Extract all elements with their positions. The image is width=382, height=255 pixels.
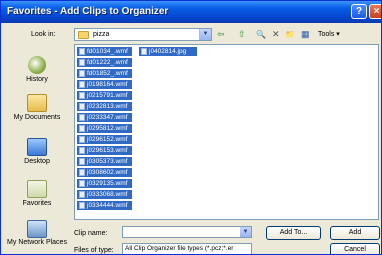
place-favorites[interactable]: Favorites (4, 180, 70, 212)
look-in-dropdown[interactable]: pizza ▼ (74, 28, 212, 41)
place-history[interactable]: History (4, 56, 70, 86)
places-bar: History My Documents Desktop Favorites M… (4, 46, 70, 254)
back-icon[interactable]: ⇦ (217, 29, 225, 40)
place-label: Desktop (24, 158, 50, 165)
list-item[interactable]: j0232813.wmf (77, 102, 132, 111)
place-my-documents[interactable]: My Documents (4, 94, 70, 128)
place-my-network-places[interactable]: My Network Places (4, 220, 70, 254)
close-button[interactable]: × (369, 4, 381, 19)
list-item[interactable]: j0296153.wmf (77, 146, 132, 155)
list-item[interactable]: j0305373.wmf (77, 157, 132, 166)
list-item[interactable]: j0329135.wmf (77, 179, 132, 188)
add-clips-dialog: Favorites - Add Clips to Organizer ? × L… (0, 0, 382, 255)
favorites-icon (27, 180, 47, 198)
delete-icon[interactable]: ✕ (272, 29, 280, 40)
list-item[interactable]: j0402814.jpg (139, 47, 197, 56)
file-icon (79, 169, 85, 176)
file-icon (79, 114, 85, 121)
file-icon (79, 158, 85, 165)
file-icon (79, 180, 85, 187)
place-label: My Network Places (7, 239, 67, 246)
list-item[interactable]: j0233347.wmf (77, 113, 132, 122)
file-icon (79, 48, 85, 55)
window-title: Favorites - Add Clips to Organizer (7, 6, 169, 17)
list-item[interactable]: fd01852_.wmf (77, 69, 132, 78)
cancel-button[interactable]: Cancel (330, 243, 380, 254)
new-folder-icon[interactable]: 📁 (285, 29, 295, 40)
search-icon[interactable]: 🔍 (256, 29, 266, 40)
network-places-icon (27, 220, 47, 238)
desktop-icon (27, 138, 47, 156)
file-icon (79, 103, 85, 110)
file-icon (79, 136, 85, 143)
image-file-icon (141, 48, 147, 55)
history-icon (28, 56, 46, 74)
title-bar: Favorites - Add Clips to Organizer ? × (1, 1, 381, 23)
files-of-type-select[interactable]: All Clip Organizer file types (*.pcz;*.e… (122, 243, 252, 254)
place-label: History (26, 76, 48, 83)
look-in-value: pizza (93, 31, 110, 38)
file-icon (79, 59, 85, 66)
folder-icon (78, 31, 89, 39)
list-item[interactable]: j0295812.wmf (77, 124, 132, 133)
list-item[interactable]: j0308602.wmf (77, 168, 132, 177)
clip-name-label: Clip name: (74, 230, 108, 237)
add-to-button[interactable]: Add To... (266, 226, 321, 240)
chevron-down-icon[interactable]: ▼ (240, 227, 251, 237)
help-button[interactable]: ? (351, 4, 367, 19)
list-item[interactable]: fd01222_.wmf (77, 58, 132, 67)
file-icon (79, 81, 85, 88)
place-label: My Documents (13, 114, 61, 121)
list-item[interactable]: j0334444.wmf (77, 201, 132, 210)
list-item[interactable]: j0198164.wmf (77, 80, 132, 89)
files-of-type-label: Files of type: (74, 247, 114, 254)
file-icon (79, 147, 85, 154)
look-in-label: Look in: (31, 31, 56, 38)
list-item[interactable]: j0296152.wmf (77, 135, 132, 144)
up-folder-icon[interactable]: ⇧ (238, 29, 246, 40)
place-desktop[interactable]: Desktop (4, 138, 70, 170)
file-list[interactable]: fd01034_.wmf fd01222_.wmf fd01852_.wmf j… (74, 44, 379, 220)
add-button[interactable]: Add (330, 226, 380, 240)
chevron-down-icon[interactable]: ▼ (199, 29, 211, 40)
file-icon (79, 70, 85, 77)
my-documents-icon (27, 94, 47, 112)
clip-name-input[interactable]: ▼ (122, 226, 252, 238)
place-label: Favorites (22, 200, 52, 207)
file-icon (79, 191, 85, 198)
files-of-type-value: All Clip Organizer file types (*.pcz;*.e… (125, 245, 234, 252)
file-icon (79, 202, 85, 209)
views-icon[interactable]: ▦ (301, 29, 310, 40)
list-item[interactable]: j0333068.wmf (77, 190, 132, 199)
tools-menu[interactable]: Tools ▾ (318, 30, 340, 38)
list-item[interactable]: fd01034_.wmf (77, 47, 132, 56)
file-icon (79, 125, 85, 132)
file-icon (79, 92, 85, 99)
list-item[interactable]: j0215791.wmf (77, 91, 132, 100)
